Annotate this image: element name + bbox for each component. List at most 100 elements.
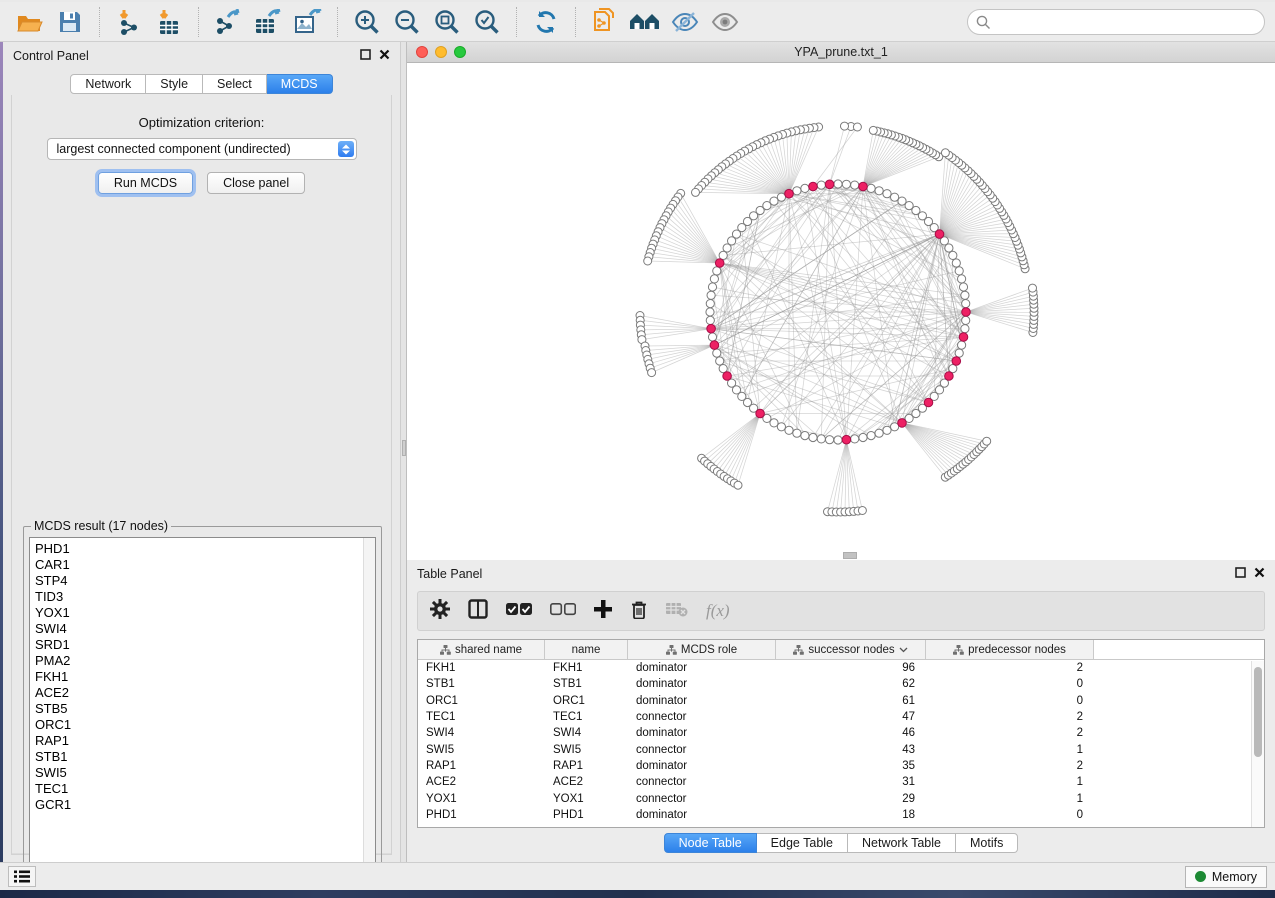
table-cell: 47 bbox=[776, 709, 926, 725]
table-row[interactable]: RAP1RAP1dominator352 bbox=[418, 758, 1264, 774]
table-row[interactable]: SWI5SWI5connector431 bbox=[418, 741, 1264, 757]
table-cell: 29 bbox=[776, 790, 926, 806]
column-header-name[interactable]: name bbox=[545, 640, 628, 659]
import-network-icon[interactable] bbox=[112, 6, 146, 38]
close-panel-icon[interactable] bbox=[379, 49, 390, 63]
zoom-in-icon[interactable] bbox=[350, 6, 384, 38]
splitter-grip[interactable] bbox=[402, 440, 406, 456]
mcds-result-list[interactable]: PHD1CAR1STP4TID3YOX1SWI4SRD1PMA2FKH1ACE2… bbox=[29, 537, 376, 883]
network-canvas[interactable] bbox=[407, 63, 1275, 560]
mcds-result-item[interactable]: TID3 bbox=[35, 589, 375, 605]
toolbar-separator bbox=[99, 7, 100, 37]
float-panel-icon[interactable] bbox=[360, 49, 371, 63]
delete-table-icon[interactable] bbox=[666, 601, 688, 622]
toolbar-separator bbox=[575, 7, 576, 37]
table-row[interactable]: STB1STB1dominator620 bbox=[418, 676, 1264, 692]
network-hscroll-thumb[interactable] bbox=[843, 552, 857, 559]
mcds-result-item[interactable]: PMA2 bbox=[35, 653, 375, 669]
mcds-result-item[interactable]: SWI4 bbox=[35, 621, 375, 637]
add-column-icon[interactable] bbox=[594, 600, 612, 623]
table-row[interactable]: ACE2ACE2connector311 bbox=[418, 774, 1264, 790]
tab-style[interactable]: Style bbox=[146, 74, 203, 94]
mcds-result-item[interactable]: TEC1 bbox=[35, 781, 375, 797]
hide-graphics-details-icon[interactable] bbox=[668, 6, 702, 38]
zoom-fit-icon[interactable] bbox=[430, 6, 464, 38]
table-cell: STB1 bbox=[545, 676, 628, 692]
table-cell: SWI4 bbox=[418, 725, 545, 741]
mcds-result-item[interactable]: STB5 bbox=[35, 701, 375, 717]
deselect-all-icon[interactable] bbox=[550, 602, 576, 621]
column-header-mcds-role[interactable]: MCDS role bbox=[628, 640, 776, 659]
open-folder-icon[interactable] bbox=[13, 6, 47, 38]
homes-icon[interactable] bbox=[628, 6, 662, 38]
search-input[interactable] bbox=[967, 9, 1265, 35]
export-table-icon[interactable] bbox=[251, 6, 285, 38]
zoom-out-icon[interactable] bbox=[390, 6, 424, 38]
table-row[interactable]: FKH1FKH1dominator962 bbox=[418, 660, 1264, 676]
criterion-value: largest connected component (undirected) bbox=[57, 142, 291, 156]
mcds-result-item[interactable]: STB1 bbox=[35, 749, 375, 765]
network-window-titlebar[interactable]: YPA_prune.txt_1 bbox=[407, 42, 1275, 63]
select-all-icon[interactable] bbox=[506, 602, 532, 621]
toolbar-separator bbox=[337, 7, 338, 37]
mcds-result-item[interactable]: FKH1 bbox=[35, 669, 375, 685]
table-row[interactable]: YOX1YOX1connector291 bbox=[418, 790, 1264, 806]
column-header-predecessor-nodes[interactable]: predecessor nodes bbox=[926, 640, 1094, 659]
mcds-result-item[interactable]: YOX1 bbox=[35, 605, 375, 621]
network-nodes[interactable] bbox=[636, 122, 1038, 516]
table-cell: YOX1 bbox=[545, 790, 628, 806]
table-row[interactable]: PHD1PHD1dominator180 bbox=[418, 807, 1264, 823]
mcds-result-item[interactable]: STP4 bbox=[35, 573, 375, 589]
table-scrollbar-track[interactable] bbox=[1251, 661, 1264, 827]
desktop-wallpaper-bottom bbox=[0, 890, 1275, 898]
zoom-selected-icon[interactable] bbox=[470, 6, 504, 38]
table-row[interactable]: SWI4SWI4dominator462 bbox=[418, 725, 1264, 741]
table-settings-gear-icon[interactable] bbox=[430, 599, 450, 624]
node-table-body: FKH1FKH1dominator962STB1STB1dominator620… bbox=[418, 660, 1264, 823]
float-panel-icon[interactable] bbox=[1235, 567, 1246, 581]
mcds-result-item[interactable]: ACE2 bbox=[35, 685, 375, 701]
automation-list-button[interactable] bbox=[8, 866, 36, 887]
mcds-result-item[interactable]: SWI5 bbox=[35, 765, 375, 781]
show-columns-icon[interactable] bbox=[468, 599, 488, 624]
save-icon[interactable] bbox=[53, 6, 87, 38]
panel-splitter[interactable] bbox=[400, 42, 407, 862]
tab-mcds[interactable]: MCDS bbox=[267, 74, 333, 94]
mcds-result-item[interactable]: CAR1 bbox=[35, 557, 375, 573]
memory-button[interactable]: Memory bbox=[1185, 866, 1267, 888]
table-scrollbar-thumb[interactable] bbox=[1254, 667, 1262, 757]
clone-network-icon[interactable] bbox=[588, 6, 622, 38]
table-tab-motifs[interactable]: Motifs bbox=[956, 833, 1018, 853]
table-tab-edge-table[interactable]: Edge Table bbox=[757, 833, 848, 853]
delete-column-trash-icon[interactable] bbox=[630, 599, 648, 624]
export-network-icon[interactable] bbox=[211, 6, 245, 38]
import-table-icon[interactable] bbox=[152, 6, 186, 38]
refresh-icon[interactable] bbox=[529, 6, 563, 38]
close-panel-icon[interactable] bbox=[1254, 567, 1265, 581]
table-cell: connector bbox=[628, 709, 776, 725]
close-panel-button[interactable]: Close panel bbox=[207, 172, 305, 194]
table-panel-title: Table Panel bbox=[417, 567, 482, 581]
table-row[interactable]: ORC1ORC1dominator610 bbox=[418, 693, 1264, 709]
tab-select[interactable]: Select bbox=[203, 74, 267, 94]
function-builder-icon[interactable]: f(x) bbox=[706, 601, 730, 621]
mcds-result-item[interactable]: RAP1 bbox=[35, 733, 375, 749]
mcds-list-scrollbar[interactable] bbox=[363, 538, 375, 882]
tab-network[interactable]: Network bbox=[70, 74, 146, 94]
column-label: predecessor nodes bbox=[968, 644, 1066, 656]
show-graphics-details-icon[interactable] bbox=[708, 6, 742, 38]
column-header-shared-name[interactable]: shared name bbox=[418, 640, 545, 659]
mcds-result-item[interactable]: ORC1 bbox=[35, 717, 375, 733]
mcds-result-item[interactable]: GCR1 bbox=[35, 797, 375, 813]
table-cell: ACE2 bbox=[545, 774, 628, 790]
mcds-result-item[interactable]: PHD1 bbox=[35, 541, 375, 557]
mcds-result-item[interactable]: SRD1 bbox=[35, 637, 375, 653]
table-row[interactable]: TEC1TEC1connector472 bbox=[418, 709, 1264, 725]
table-cell: RAP1 bbox=[545, 758, 628, 774]
table-tab-node-table[interactable]: Node Table bbox=[664, 833, 757, 853]
run-mcds-button[interactable]: Run MCDS bbox=[98, 172, 193, 194]
column-header-successor-nodes[interactable]: successor nodes bbox=[776, 640, 926, 659]
criterion-select[interactable]: largest connected component (undirected) bbox=[47, 138, 357, 160]
table-tab-network-table[interactable]: Network Table bbox=[848, 833, 956, 853]
export-image-icon[interactable] bbox=[291, 6, 325, 38]
